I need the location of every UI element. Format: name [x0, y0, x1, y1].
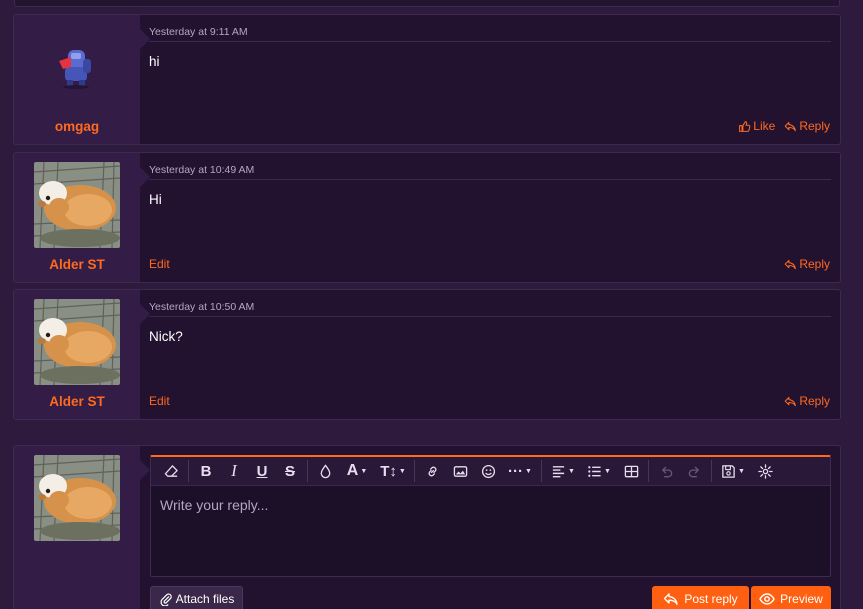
message-body: hi: [149, 54, 160, 69]
edit-button[interactable]: Edit: [149, 257, 170, 271]
emoji-icon[interactable]: [474, 457, 502, 485]
like-label: Like: [753, 119, 776, 133]
username[interactable]: Alder ST: [14, 257, 140, 272]
reply-button[interactable]: Reply: [784, 394, 830, 408]
align-icon[interactable]: ▼: [545, 457, 581, 485]
guinea-pig-photo: [34, 162, 120, 248]
attach-files-button[interactable]: Attach files: [150, 586, 243, 609]
link-icon[interactable]: [418, 457, 446, 485]
remove-formatting-icon[interactable]: [157, 457, 185, 485]
message-date[interactable]: Yesterday at 9:11 AM: [149, 26, 248, 38]
table-icon[interactable]: [617, 457, 645, 485]
user-cell: [14, 446, 150, 609]
more-options-icon[interactable]: ··· ▼: [502, 457, 538, 485]
bold-icon[interactable]: B: [192, 457, 220, 485]
message-date[interactable]: Yesterday at 10:50 AM: [149, 301, 254, 313]
message-content: Yesterday at 10:50 AM Nick? Edit Reply: [140, 290, 840, 419]
user-cell: Alder ST: [14, 290, 150, 419]
reply-icon: [785, 396, 797, 406]
guinea-pig-photo: [34, 299, 120, 385]
message-body: Hi: [149, 192, 162, 207]
divider: [149, 179, 831, 180]
guinea-pig-photo: [34, 455, 120, 541]
editor-toolbar: B I U S A ▼ T↕ ▼ ··· ▼ ▼ ▼ ▼: [151, 457, 830, 486]
font-family-icon[interactable]: A ▼: [339, 457, 375, 485]
drafts-icon[interactable]: ▼: [715, 457, 751, 485]
undo-icon[interactable]: [652, 457, 680, 485]
message-actions: Edit Reply: [149, 394, 830, 408]
post-reply-button[interactable]: Post reply: [652, 586, 749, 609]
edit-button[interactable]: Edit: [149, 394, 170, 408]
message-content: Yesterday at 10:49 AM Hi Edit Reply: [140, 153, 840, 282]
reply-button[interactable]: Reply: [784, 257, 830, 271]
reply-icon: [664, 593, 679, 605]
message-post: Alder ST Yesterday at 10:49 AM Hi Edit R…: [13, 152, 841, 283]
divider: [149, 41, 831, 42]
redo-icon[interactable]: [680, 457, 708, 485]
strikethrough-icon[interactable]: S: [276, 457, 304, 485]
robot-avatar-icon: [59, 50, 91, 89]
message-body: Nick?: [149, 329, 183, 344]
reply-button[interactable]: Reply: [784, 119, 830, 133]
message-post: omgag Yesterday at 9:11 AM hi Like Reply: [13, 14, 841, 145]
reply-editor: B I U S A ▼ T↕ ▼ ··· ▼ ▼ ▼ ▼ Write your …: [150, 455, 831, 577]
message-date[interactable]: Yesterday at 10:49 AM: [149, 164, 254, 176]
user-cell: omgag: [14, 15, 150, 144]
message-actions: Edit Reply: [149, 257, 830, 271]
avatar[interactable]: [57, 47, 95, 89]
quick-reply: B I U S A ▼ T↕ ▼ ··· ▼ ▼ ▼ ▼ Write your …: [13, 445, 841, 609]
thumbs-up-icon: [739, 120, 751, 132]
reply-icon: [785, 121, 797, 131]
paperclip-icon: [160, 593, 172, 606]
previous-message-edge: [14, 0, 840, 7]
message-actions: Like Reply: [149, 119, 830, 133]
eye-icon: [759, 593, 775, 605]
avatar[interactable]: [34, 299, 120, 385]
message-post: Alder ST Yesterday at 10:50 AM Nick? Edi…: [13, 289, 841, 420]
reply-icon: [785, 259, 797, 269]
list-icon[interactable]: ▼: [581, 457, 617, 485]
underline-icon[interactable]: U: [248, 457, 276, 485]
italic-icon[interactable]: I: [220, 457, 248, 485]
username[interactable]: omgag: [14, 119, 140, 134]
preview-button[interactable]: Preview: [751, 586, 831, 609]
user-cell: Alder ST: [14, 153, 150, 282]
username[interactable]: Alder ST: [14, 394, 140, 409]
post-reply-label: Post reply: [684, 592, 738, 606]
avatar[interactable]: [34, 162, 120, 248]
reply-label: Reply: [799, 257, 830, 271]
preview-label: Preview: [780, 592, 823, 606]
reply-label: Reply: [799, 394, 830, 408]
font-size-icon[interactable]: T↕ ▼: [375, 457, 411, 485]
divider: [149, 316, 831, 317]
settings-icon[interactable]: [751, 457, 779, 485]
text-color-icon[interactable]: [311, 457, 339, 485]
message-content: Yesterday at 9:11 AM hi Like Reply: [140, 15, 840, 144]
image-icon[interactable]: [446, 457, 474, 485]
avatar: [34, 455, 120, 541]
reply-label: Reply: [799, 119, 830, 133]
reply-input[interactable]: Write your reply...: [151, 486, 830, 576]
attach-files-label: Attach files: [175, 592, 235, 606]
like-button[interactable]: Like: [738, 119, 775, 133]
